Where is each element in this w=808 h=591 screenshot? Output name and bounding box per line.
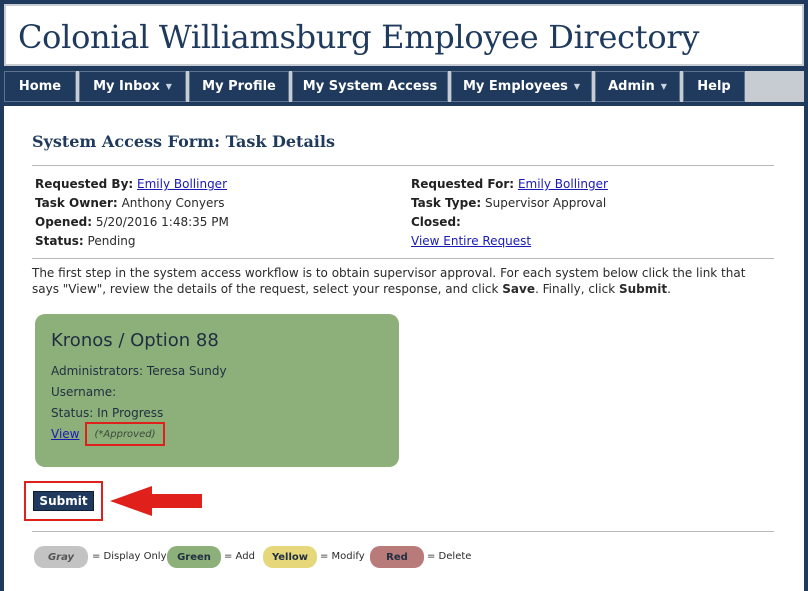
nav-my-inbox-label: My Inbox <box>93 79 160 94</box>
task-owner-label: Task Owner: <box>35 196 118 210</box>
legend-red-name: Red <box>386 551 408 563</box>
legend-red-swatch: Red <box>370 546 424 568</box>
submit-highlight: Submit <box>24 481 103 521</box>
system-card-title: Kronos / Option 88 <box>51 330 219 351</box>
legend-green-name: Green <box>177 551 211 563</box>
main-content: System Access Form: Task Details Request… <box>4 106 804 591</box>
requested-by-label: Requested By: <box>35 177 134 191</box>
nav-help-label: Help <box>697 79 731 94</box>
system-card-kronos: Kronos / Option 88 Administrators: Teres… <box>35 314 399 467</box>
instructions: The first step in the system access work… <box>32 265 774 297</box>
nav-home-label: Home <box>18 79 62 94</box>
legend-green-text: = Add <box>224 551 255 562</box>
system-card-status: Status: In Progress <box>51 406 164 420</box>
divider <box>32 531 774 532</box>
legend-gray-text: = Display Only <box>92 551 167 562</box>
divider <box>32 165 774 166</box>
chevron-down-icon: ▼ <box>573 82 581 91</box>
page-title: System Access Form: Task Details <box>32 132 335 151</box>
task-owner-row: Task Owner: Anthony Conyers <box>35 196 225 210</box>
status-row: Status: Pending <box>35 234 136 248</box>
nav-my-profile-label: My Profile <box>202 79 276 94</box>
submit-button-label: Submit <box>39 494 88 508</box>
system-card-view-row: View <box>51 427 79 441</box>
opened-row: Opened: 5/20/2016 1:48:35 PM <box>35 215 229 229</box>
main-nav: Home My Inbox ▼ My Profile My System Acc… <box>4 71 804 102</box>
requested-for-link[interactable]: Emily Bollinger <box>518 177 608 191</box>
requested-by-row: Requested By: Emily Bollinger <box>35 177 227 191</box>
requested-for-row: Requested For: Emily Bollinger <box>411 177 608 191</box>
status-label: Status: <box>35 234 84 248</box>
legend-yellow-swatch: Yellow <box>263 546 317 568</box>
view-entire-request-link[interactable]: View Entire Request <box>411 234 531 248</box>
task-type-label: Task Type: <box>411 196 482 210</box>
instructions-save: Save <box>502 282 535 296</box>
task-type-row: Task Type: Supervisor Approval <box>411 196 606 210</box>
legend-green-swatch: Green <box>167 546 221 568</box>
site-title: Colonial Williamsburg Employee Directory <box>18 18 700 56</box>
legend-yellow-text: = Modify <box>320 551 365 562</box>
approved-badge: (*Approved) <box>85 422 165 446</box>
divider <box>32 258 774 259</box>
legend-yellow-name: Yellow <box>271 551 309 563</box>
view-request-row: View Entire Request <box>411 234 531 248</box>
closed-row: Closed: <box>411 215 461 229</box>
legend-red-text: = Delete <box>427 551 472 562</box>
task-owner-value: Anthony Conyers <box>121 196 225 210</box>
nav-my-profile[interactable]: My Profile <box>189 71 289 102</box>
submit-button[interactable]: Submit <box>33 491 94 511</box>
instructions-text-3: . <box>667 282 671 296</box>
legend-gray-swatch: Gray <box>34 546 88 568</box>
nav-help[interactable]: Help <box>683 71 745 102</box>
instructions-text-2: . Finally, click <box>534 282 619 296</box>
system-card-administrators: Administrators: Teresa Sundy <box>51 364 227 378</box>
nav-admin[interactable]: Admin ▼ <box>595 71 680 102</box>
status-value: Pending <box>87 234 136 248</box>
view-link[interactable]: View <box>51 427 79 441</box>
closed-label: Closed: <box>411 215 461 229</box>
nav-my-system-access[interactable]: My System Access <box>292 71 448 102</box>
opened-label: Opened: <box>35 215 92 229</box>
nav-home[interactable]: Home <box>4 71 76 102</box>
system-card-username: Username: <box>51 385 117 399</box>
nav-admin-label: Admin <box>608 79 655 94</box>
nav-my-system-access-label: My System Access <box>302 79 438 94</box>
chevron-down-icon: ▼ <box>165 82 172 91</box>
chevron-down-icon: ▼ <box>660 82 667 91</box>
nav-my-inbox[interactable]: My Inbox ▼ <box>79 71 186 102</box>
site-header: Colonial Williamsburg Employee Directory <box>4 4 804 66</box>
approved-text: (*Approved) <box>94 428 156 440</box>
nav-my-employees-label: My Employees <box>462 79 568 94</box>
red-arrow-icon <box>110 486 202 516</box>
instructions-submit: Submit <box>618 282 668 296</box>
requested-for-label: Requested For: <box>411 177 515 191</box>
nav-my-employees[interactable]: My Employees ▼ <box>451 71 592 102</box>
legend-gray-name: Gray <box>47 551 75 563</box>
task-type-value: Supervisor Approval <box>484 196 607 210</box>
requested-by-link[interactable]: Emily Bollinger <box>137 177 227 191</box>
opened-value: 5/20/2016 1:48:35 PM <box>95 215 229 229</box>
